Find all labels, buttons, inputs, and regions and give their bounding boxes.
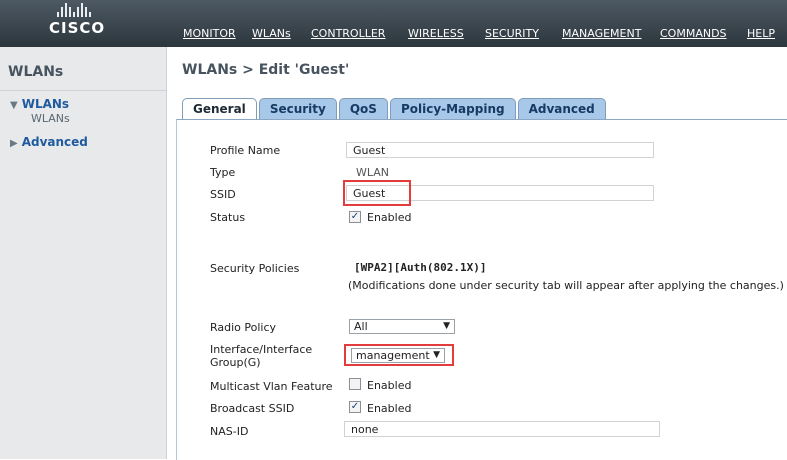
broadcast-ssid-checkbox[interactable]: ✓ — [349, 401, 361, 413]
sidebar-title: WLANs — [8, 64, 64, 80]
security-policies-label: Security Policies — [210, 262, 300, 275]
security-policies-value: [WPA2][Auth(802.1X)] — [354, 261, 487, 274]
collapsed-arrow-icon: ▶ — [10, 138, 18, 149]
multicast-vlan-checkbox[interactable] — [349, 378, 361, 390]
type-value: WLAN — [356, 166, 390, 179]
nas-id-field[interactable]: none — [344, 421, 660, 437]
multicast-vlan-checkbox-label: Enabled — [367, 379, 412, 392]
top-bar: CISCO MONITOR WLANs CONTROLLER WIRELESS … — [0, 0, 787, 47]
logo-text: CISCO — [49, 19, 106, 37]
chevron-down-icon: ▼ — [443, 321, 450, 331]
interface-group-label: Interface/Interface Group(G) — [210, 343, 312, 369]
sidebar-subitem-wlans[interactable]: WLANs — [31, 112, 70, 125]
tab-policy-mapping[interactable]: Policy-Mapping — [389, 98, 516, 120]
nav-help[interactable]: HELP — [747, 27, 775, 40]
nav-controller[interactable]: CONTROLLER — [311, 27, 408, 40]
nav-management[interactable]: MANAGEMENT — [562, 27, 660, 40]
type-label: Type — [210, 166, 236, 179]
sidebar-divider — [0, 90, 166, 91]
nav-wireless[interactable]: WIRELESS — [408, 27, 485, 40]
tab-general[interactable]: General — [182, 98, 257, 121]
interface-group-highlight — [344, 344, 454, 366]
sidebar-item-label: WLANs — [21, 97, 70, 111]
tab-bar: General Security QoS Policy-Mapping Adva… — [182, 98, 606, 121]
tab-security[interactable]: Security — [258, 98, 337, 120]
broadcast-ssid-label: Broadcast SSID — [210, 402, 295, 415]
radio-policy-select[interactable]: All ▼ — [349, 319, 455, 334]
sidebar: WLANs ▼ WLANs ▶ Advanced — [0, 47, 167, 459]
page-title: WLANs > Edit 'Guest' — [182, 62, 350, 78]
cisco-bars-icon — [57, 3, 139, 17]
tab-qos[interactable]: QoS — [338, 98, 388, 120]
interface-group-label-line2: Group(G) — [210, 356, 261, 369]
ssid-highlight — [343, 180, 411, 206]
ssid-label: SSID — [210, 188, 236, 201]
security-policies-note: (Modifications done under security tab w… — [348, 279, 784, 292]
radio-policy-label: Radio Policy — [210, 321, 277, 334]
status-checkbox[interactable]: ✓ — [349, 211, 361, 223]
cisco-logo: CISCO — [49, 3, 139, 43]
status-checkbox-label: Enabled — [367, 211, 412, 224]
nav-security[interactable]: SECURITY — [485, 27, 562, 40]
sidebar-item-label: Advanced — [21, 135, 88, 149]
nas-id-label: NAS-ID — [210, 425, 249, 438]
radio-policy-value: All — [354, 320, 368, 333]
sidebar-item-wlans[interactable]: ▼ WLANs — [10, 97, 69, 111]
sidebar-item-advanced[interactable]: ▶ Advanced — [10, 135, 88, 149]
multicast-vlan-label: Multicast Vlan Feature — [210, 380, 333, 393]
nav-commands[interactable]: COMMANDS — [660, 27, 747, 40]
interface-group-label-line1: Interface/Interface — [210, 343, 313, 356]
nav-monitor[interactable]: MONITOR — [183, 27, 252, 40]
nav-wlans[interactable]: WLANs — [252, 27, 311, 40]
main-nav: MONITOR WLANs CONTROLLER WIRELESS SECURI… — [183, 27, 775, 40]
tab-advanced[interactable]: Advanced — [517, 98, 606, 120]
broadcast-ssid-checkbox-label: Enabled — [367, 402, 412, 415]
profile-name-label: Profile Name — [210, 144, 281, 157]
expanded-arrow-icon: ▼ — [10, 100, 18, 111]
status-label: Status — [210, 211, 246, 224]
profile-name-field[interactable]: Guest — [346, 142, 654, 158]
